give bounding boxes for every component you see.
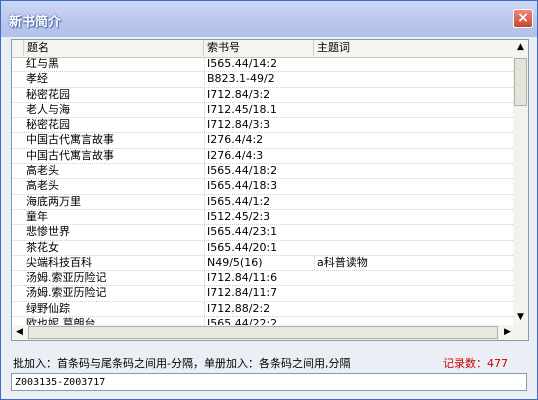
table-row[interactable]: 孝经 B823.1-49/2 bbox=[12, 72, 515, 88]
cell-call-number: I712.84/3:2 bbox=[204, 87, 317, 102]
table-row[interactable]: 汤姆.索亚历险记 I712.84/11:6 bbox=[12, 271, 515, 287]
table-row[interactable]: 中国古代寓言故事 I276.4/4:3 bbox=[12, 148, 515, 165]
arrow-right-icon: ▶ bbox=[504, 327, 511, 337]
cell-title: 老人与海 bbox=[26, 102, 70, 116]
cell-call-number: N49/5(16) bbox=[204, 255, 317, 270]
table-row[interactable]: 童年 I512.45/2:3 bbox=[12, 209, 515, 226]
scroll-corner bbox=[513, 325, 528, 340]
table-row[interactable]: 秘密花园 I712.84/3:3 bbox=[12, 118, 515, 134]
arrow-left-icon: ◀ bbox=[16, 327, 23, 337]
table-row[interactable]: 老人与海 I712.45/18.1 bbox=[12, 102, 515, 119]
book-list[interactable]: 题名 索书号 主题词 红与黑 I565.44/14:2 孝经 B823.1-49/2 秘… bbox=[11, 39, 529, 341]
cell-title: 秘密花园 bbox=[26, 87, 70, 101]
cell-title: 悲惨世界 bbox=[26, 225, 70, 239]
record-count: 记录数：477 bbox=[443, 357, 508, 370]
table-row[interactable]: 尖端科技百科 N49/5(16) a科普读物 bbox=[12, 255, 517, 272]
barcode-input[interactable] bbox=[11, 373, 527, 391]
table-row[interactable]: 汤姆.索亚历险记 I712.84/11:7 bbox=[12, 286, 515, 302]
cell-call-number: I712.84/11:6 bbox=[204, 271, 317, 286]
list-rows: 红与黑 I565.44/14:2 孝经 B823.1-49/2 秘密花园 I712.84/… bbox=[12, 57, 517, 333]
scroll-left-button[interactable]: ◀ bbox=[12, 325, 27, 340]
cell-title: 孝经 bbox=[26, 72, 48, 86]
cell-call-number: I276.4/4:2 bbox=[204, 133, 317, 148]
cell-title: 秘密花园 bbox=[26, 118, 70, 132]
table-row[interactable]: 高老头 I565.44/18:3 bbox=[12, 179, 515, 195]
cell-call-number: I712.84/3:3 bbox=[204, 118, 317, 133]
vertical-scroll-thumb[interactable] bbox=[514, 58, 527, 106]
cell-title: 汤姆.索亚历险记 bbox=[26, 286, 107, 300]
cell-title: 汤姆.索亚历险记 bbox=[26, 271, 107, 285]
close-icon: × bbox=[517, 10, 529, 26]
horizontal-scroll-thumb[interactable] bbox=[28, 326, 498, 339]
column-header-title[interactable]: 题名 bbox=[24, 40, 204, 56]
cell-call-number: I565.44/14:2 bbox=[204, 57, 317, 71]
cell-call-number: I565.44/18:2 bbox=[204, 164, 317, 179]
vertical-scrollbar[interactable]: ▲ ▼ bbox=[513, 40, 528, 325]
batch-add-hint: 批加入：首条码与尾条码之间用-分隔，单册加入：各条码之间用,分隔 bbox=[13, 357, 351, 370]
horizontal-scrollbar[interactable]: ◀ ▶ bbox=[12, 325, 515, 340]
cell-call-number: I565.44/1:2 bbox=[204, 194, 317, 209]
cell-title: 尖端科技百科 bbox=[26, 255, 92, 269]
cell-call-number: I712.45/18.1 bbox=[204, 102, 317, 117]
cell-title: 高老头 bbox=[26, 164, 59, 178]
arrow-down-icon: ▼ bbox=[517, 312, 524, 322]
cell-call-number: B823.1-49/2 bbox=[204, 72, 317, 87]
cell-subject: a科普读物 bbox=[314, 255, 517, 270]
cell-title: 红与黑 bbox=[26, 57, 59, 70]
cell-title: 茶花女 bbox=[26, 240, 59, 254]
cell-call-number: I565.44/20:1 bbox=[204, 240, 317, 255]
cell-title: 童年 bbox=[26, 209, 48, 223]
table-row[interactable]: 高老头 I565.44/18:2 bbox=[12, 164, 515, 180]
scroll-up-button[interactable]: ▲ bbox=[513, 40, 528, 55]
table-row[interactable]: 中国古代寓言故事 I276.4/4:2 bbox=[12, 133, 515, 149]
title-bar[interactable]: 新书简介 × bbox=[1, 1, 537, 37]
cell-title: 海底两万里 bbox=[26, 194, 81, 208]
window-title: 新书简介 bbox=[9, 15, 62, 30]
cell-title: 高老头 bbox=[26, 179, 59, 193]
cell-call-number: I712.88/2:2 bbox=[204, 301, 317, 316]
close-button[interactable]: × bbox=[513, 9, 533, 28]
column-header-subject[interactable]: 主题词 bbox=[314, 40, 515, 56]
cell-title: 绿野仙踪 bbox=[26, 301, 70, 315]
arrow-up-icon: ▲ bbox=[517, 42, 524, 52]
table-row[interactable]: 红与黑 I565.44/14:2 bbox=[12, 57, 515, 73]
table-row[interactable]: 秘密花园 I712.84/3:2 bbox=[12, 87, 515, 103]
cell-title: 中国古代寓言故事 bbox=[26, 133, 114, 147]
cell-call-number: I565.44/18:3 bbox=[204, 179, 317, 194]
table-row[interactable]: 绿野仙踪 I712.88/2:2 bbox=[12, 301, 515, 318]
table-row[interactable]: 茶花女 I565.44/20:1 bbox=[12, 240, 515, 256]
dialog-window: 新书简介 × 题名 索书号 主题词 红与黑 I565.44/14:2 孝经 B823.… bbox=[0, 0, 538, 400]
cell-call-number: I565.44/23:1 bbox=[204, 225, 317, 240]
cell-title: 中国古代寓言故事 bbox=[26, 148, 114, 162]
column-header-call-number[interactable]: 索书号 bbox=[204, 40, 314, 56]
table-row[interactable]: 悲惨世界 I565.44/23:1 bbox=[12, 225, 515, 241]
cell-call-number: I512.45/2:3 bbox=[204, 209, 317, 224]
scroll-down-button[interactable]: ▼ bbox=[513, 310, 528, 325]
cell-call-number: I276.4/4:3 bbox=[204, 148, 317, 163]
table-row[interactable]: 海底两万里 I565.44/1:2 bbox=[12, 194, 515, 210]
header-spacer bbox=[12, 40, 24, 56]
cell-call-number: I712.84/11:7 bbox=[204, 286, 317, 301]
list-header: 题名 索书号 主题词 bbox=[12, 40, 515, 58]
